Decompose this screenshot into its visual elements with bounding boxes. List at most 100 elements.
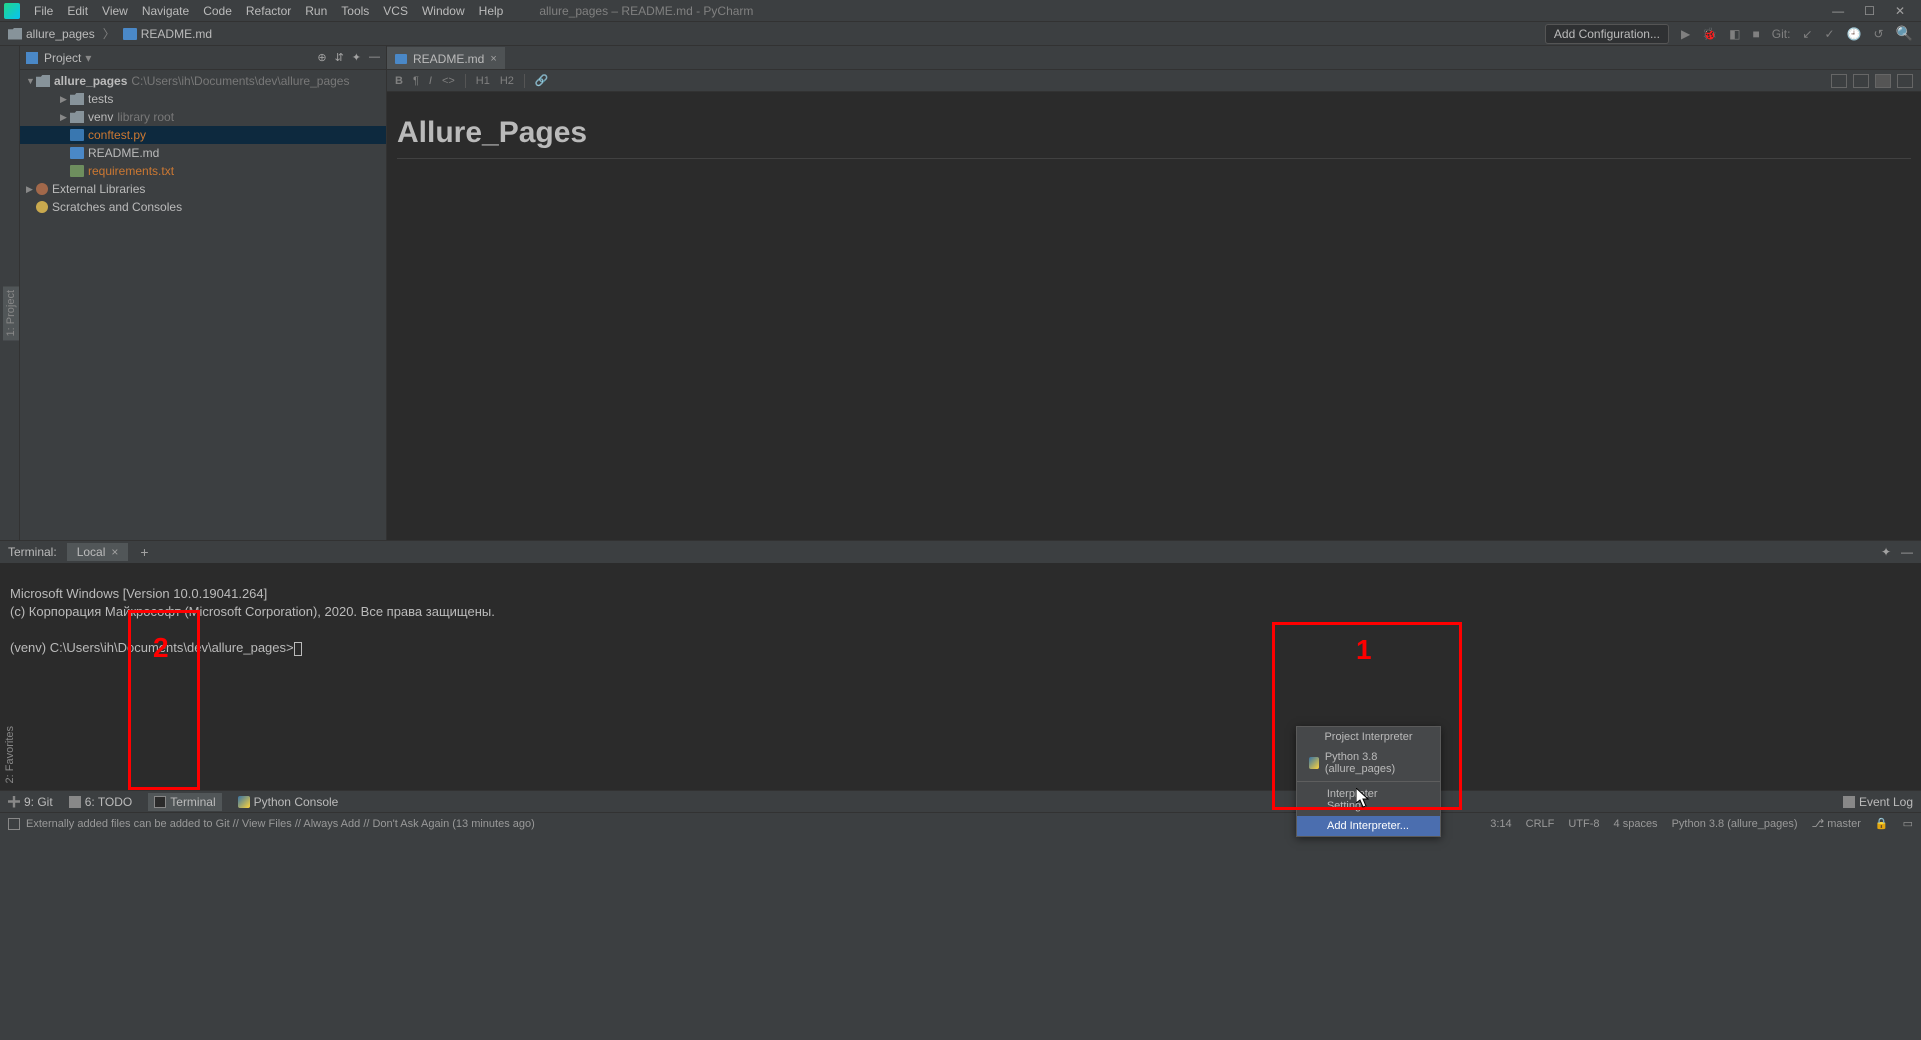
terminal-output[interactable]: Microsoft Windows [Version 10.0.19041.26… [0,563,1921,790]
menu-refactor[interactable]: Refactor [240,2,297,20]
menu-tools[interactable]: Tools [335,2,375,20]
debug-icon[interactable]: 🐞 [1702,27,1717,41]
git-update-icon[interactable]: ↙ [1802,27,1812,41]
add-configuration-button[interactable]: Add Configuration... [1545,24,1669,44]
close-tab-icon[interactable]: × [490,53,496,65]
terminal-settings-icon[interactable]: ✦ [1881,545,1891,559]
italic-button[interactable]: I [429,75,432,87]
hide-icon[interactable]: — [369,51,380,64]
terminal-tab-local[interactable]: Local × [67,543,129,561]
menu-vcs[interactable]: VCS [377,2,414,20]
tree-folder-tests[interactable]: tests [20,90,386,108]
git-commit-icon[interactable]: ✓ [1824,27,1834,41]
gutter-favorites[interactable]: 2: Favorites [4,726,16,783]
tree-scratches[interactable]: Scratches and Consoles [20,198,386,216]
readonly-lock-icon[interactable]: 🔒 [1875,817,1889,830]
file-encoding[interactable]: UTF-8 [1568,818,1599,830]
line-separator[interactable]: CRLF [1526,818,1555,830]
menu-edit[interactable]: Edit [61,2,94,20]
memory-indicator[interactable]: ▭ [1903,817,1913,830]
mouse-cursor-icon [1356,788,1370,808]
project-view-icon [26,52,38,64]
h2-button[interactable]: H2 [500,75,514,87]
paragraph-button[interactable]: ¶ [413,75,419,87]
tree-file-readme[interactable]: README.md [20,144,386,162]
settings-icon[interactable]: ✦ [352,51,361,64]
log-icon [1843,796,1855,808]
bottom-todo-button[interactable]: 6: TODO [69,795,133,809]
bottom-python-console-button[interactable]: Python Console [238,795,339,809]
breadcrumb-project[interactable]: allure_pages [26,27,95,41]
code-button[interactable]: <> [442,75,455,87]
breadcrumb-separator: 〉 [103,25,115,42]
git-label: Git: [1772,27,1791,41]
menu-code[interactable]: Code [197,2,238,20]
run-icon[interactable]: ▶ [1681,27,1690,41]
editor-only-view-icon[interactable] [1831,74,1847,88]
close-terminal-tab-icon[interactable]: × [111,545,118,559]
project-tool-window: Project ▾ ⊕ ⇵ ✦ — allure_pages C:\Users\… [20,46,387,540]
project-view-dropdown-icon[interactable]: ▾ [85,51,91,65]
bottom-terminal-button[interactable]: Terminal [148,793,221,811]
stop-icon[interactable]: ■ [1753,27,1760,41]
interpreter-widget[interactable]: Python 3.8 (allure_pages) [1672,818,1798,830]
tree-file-conftest[interactable]: conftest.py [20,126,386,144]
add-terminal-button[interactable]: + [132,544,156,560]
maximize-button[interactable]: ☐ [1864,4,1875,18]
text-file-icon [70,165,84,177]
close-button[interactable]: ✕ [1895,4,1905,18]
tree-external-libraries[interactable]: External Libraries [20,180,386,198]
minimize-button[interactable]: — [1832,4,1844,18]
titlebar: File Edit View Navigate Code Refactor Ru… [0,0,1921,22]
project-view-title[interactable]: Project [44,51,81,65]
left-tool-stripe: 1: Project 7: Structure Commit [0,46,20,540]
indent-setting[interactable]: 4 spaces [1614,818,1658,830]
terminal-tool-window: Terminal: Local × + ✦ — Microsoft Window… [0,540,1921,790]
tree-file-requirements[interactable]: requirements.txt [20,162,386,180]
menu-window[interactable]: Window [416,2,471,20]
popup-item-current-interpreter[interactable]: Python 3.8 (allure_pages) [1297,747,1440,779]
editor-tab-readme[interactable]: README.md × [387,47,505,69]
link-button[interactable]: 🔗 [535,74,549,87]
tree-root[interactable]: allure_pages C:\Users\ih\Documents\dev\a… [20,72,386,90]
git-branch-widget[interactable]: ⎇ master [1812,817,1861,830]
markdown-icon [123,28,137,40]
markdown-file-icon [70,147,84,159]
menu-view[interactable]: View [96,2,134,20]
folder-icon [70,93,84,105]
popup-title: Project Interpreter [1297,727,1440,747]
event-log-button[interactable]: Event Log [1843,795,1913,809]
locate-icon[interactable]: ⊕ [317,51,326,64]
markdown-preview[interactable]: Allure_Pages [387,92,1921,540]
breadcrumb-file[interactable]: README.md [141,27,212,41]
menu-navigate[interactable]: Navigate [136,2,195,20]
markdown-icon [395,54,407,64]
markdown-toolbar: B ¶ I <> H1 H2 🔗 [387,70,1921,92]
tree-folder-venv[interactable]: venv library root [20,108,386,126]
terminal-cursor [294,642,302,656]
editor-area: README.md × B ¶ I <> H1 H2 🔗 Allure_Page… [387,46,1921,540]
h1-button[interactable]: H1 [476,75,490,87]
status-message[interactable]: Externally added files can be added to G… [26,818,535,830]
menu-help[interactable]: Help [473,2,510,20]
git-rollback-icon[interactable]: ↺ [1874,27,1884,41]
expand-icon[interactable]: ⇵ [335,51,344,64]
preview-html-icon[interactable] [1897,74,1913,88]
project-tree[interactable]: allure_pages C:\Users\ih\Documents\dev\a… [20,70,386,218]
coverage-icon[interactable]: ◧ [1729,27,1740,41]
menu-run[interactable]: Run [299,2,333,20]
status-icon[interactable] [8,818,20,830]
editor-split-view-icon[interactable] [1853,74,1869,88]
main-menu: File Edit View Navigate Code Refactor Ru… [28,2,509,20]
gutter-project[interactable]: 1: Project [3,286,19,340]
popup-item-add-interpreter[interactable]: Add Interpreter... [1297,816,1440,836]
preview-heading: Allure_Pages [397,116,1911,159]
caret-position[interactable]: 3:14 [1490,818,1511,830]
window-title: allure_pages – README.md - PyCharm [539,4,753,18]
terminal-hide-icon[interactable]: — [1901,545,1913,559]
git-history-icon[interactable]: 🕘 [1847,27,1862,41]
search-everywhere-icon[interactable]: 🔍 [1896,25,1913,42]
preview-only-view-icon[interactable] [1875,74,1891,88]
bold-button[interactable]: B [395,75,403,87]
menu-file[interactable]: File [28,2,59,20]
